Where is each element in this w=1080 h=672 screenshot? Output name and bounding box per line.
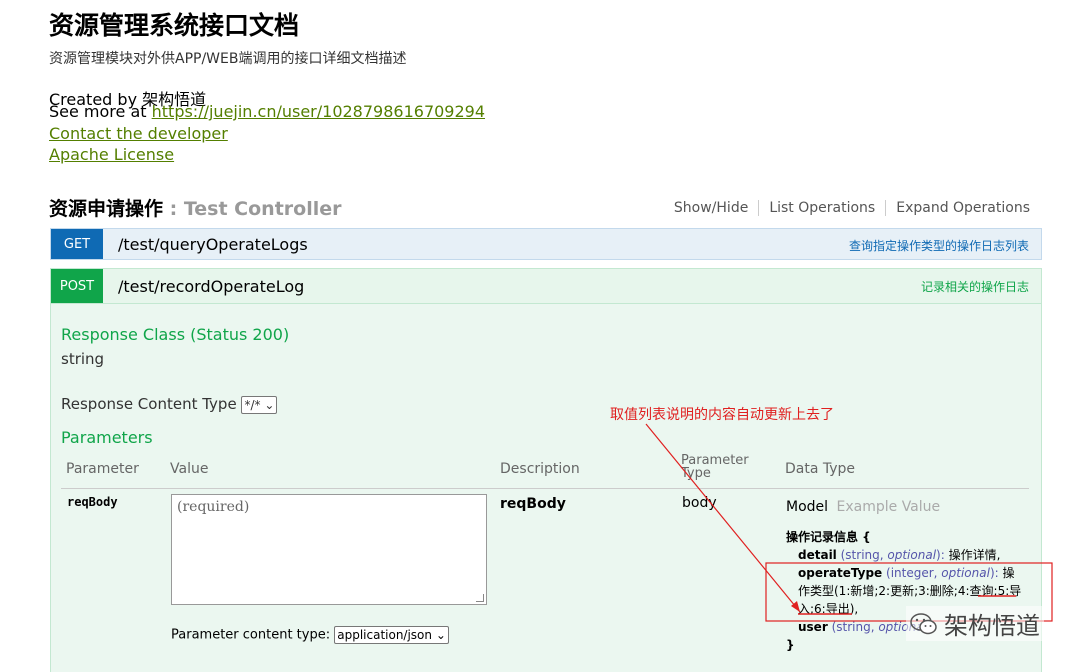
resize-handle-icon[interactable] xyxy=(476,594,484,602)
operation-summary[interactable]: 记录相关的操作日志 xyxy=(921,278,1029,295)
chevron-down-icon: ⌄ xyxy=(264,397,275,412)
tab-model[interactable]: Model xyxy=(786,499,828,515)
param-value-textarea[interactable]: (required) xyxy=(171,494,487,605)
resource-actions: Show/Hide List Operations Expand Operati… xyxy=(664,200,1030,216)
see-more-link[interactable]: https://juejin.cn/user/1028798616709294 xyxy=(152,102,485,121)
operation-path[interactable]: /test/recordOperateLog xyxy=(118,277,304,296)
see-more-label: See more at xyxy=(49,102,152,121)
th-description: Description xyxy=(500,461,580,477)
field-type-open: ( xyxy=(882,566,891,580)
resource-controller: Test Controller xyxy=(183,198,342,220)
th-parameter-type-line2: Type xyxy=(681,466,711,481)
field-name: user xyxy=(798,620,828,634)
field-type-close: ): xyxy=(989,566,1003,580)
response-class-heading: Response Class (Status 200) xyxy=(61,325,290,344)
resource-separator: : xyxy=(163,198,184,220)
response-class-type: string xyxy=(61,350,105,368)
api-title: 资源管理系统接口文档 xyxy=(49,11,300,40)
field-name: operateType xyxy=(798,566,883,580)
response-content-type-select[interactable]: */* ⌄ xyxy=(241,395,278,414)
select-value: */* xyxy=(244,397,261,412)
field-optional: optional xyxy=(941,566,990,580)
operation-get-query-logs[interactable]: GET /test/queryOperateLogs 查询指定操作类型的操作日志… xyxy=(50,228,1042,260)
expand-operations-link[interactable]: Expand Operations xyxy=(886,200,1030,216)
field-type: integer xyxy=(890,566,934,580)
response-content-type-label: Response Content Type xyxy=(61,395,237,413)
method-badge-post: POST xyxy=(51,269,103,303)
param-content-type-select[interactable]: application/json ⌄ xyxy=(334,626,449,644)
th-data-type: Data Type xyxy=(785,461,856,477)
field-type: string xyxy=(836,620,871,634)
th-parameter: Parameter xyxy=(66,461,139,477)
see-more-line: See more at https://juejin.cn/user/10287… xyxy=(49,102,485,121)
api-description: 资源管理模块对外供APP/WEB端调用的接口详细文档描述 xyxy=(49,51,407,67)
resource-title[interactable]: 资源申请操作 : Test Controller xyxy=(49,194,341,221)
operation-post-record-log[interactable]: POST /test/recordOperateLog 记录相关的操作日志 xyxy=(50,268,1042,304)
model-tabs: Model Example Value xyxy=(786,499,940,515)
operation-path[interactable]: /test/queryOperateLogs xyxy=(118,235,308,254)
method-badge-get: GET xyxy=(51,229,103,259)
watermark: 架构悟道 xyxy=(906,606,1044,641)
watermark-text: 架构悟道 xyxy=(944,612,1040,640)
show-hide-link[interactable]: Show/Hide xyxy=(664,200,760,216)
param-name: reqBody xyxy=(67,495,118,509)
resource-name: 资源申请操作 xyxy=(49,198,164,220)
field-optional: optional xyxy=(887,548,937,562)
table-divider xyxy=(61,488,1029,489)
tab-example-value[interactable]: Example Value xyxy=(837,499,941,515)
field-name: detail xyxy=(798,548,837,562)
param-content-type-row: Parameter content type: application/json… xyxy=(171,626,449,644)
select-value: application/json xyxy=(337,628,433,642)
model-header: 操作记录信息 { xyxy=(786,530,871,544)
th-parameter-type: Parameter Type xyxy=(681,454,749,480)
model-field-detail: detail (string, optional): 操作详情, xyxy=(786,546,1026,564)
response-content-type-row: Response Content Type */* ⌄ xyxy=(61,395,278,414)
field-desc: 操作详情, xyxy=(948,548,1001,562)
model-footer: } xyxy=(786,638,795,652)
annotation-text: 取值列表说明的内容自动更新上去了 xyxy=(610,407,834,423)
field-type-open: ( xyxy=(827,620,837,634)
chevron-down-icon: ⌄ xyxy=(435,628,446,642)
parameters-heading: Parameters xyxy=(61,428,153,447)
param-content-type-label: Parameter content type: xyxy=(171,627,331,643)
th-value: Value xyxy=(170,461,209,477)
field-type: string xyxy=(845,548,880,562)
contact-developer-link[interactable]: Contact the developer xyxy=(49,124,228,143)
param-description: reqBody xyxy=(500,496,566,512)
operation-summary[interactable]: 查询指定操作类型的操作日志列表 xyxy=(849,237,1029,254)
textarea-placeholder: (required) xyxy=(177,499,250,515)
param-type: body xyxy=(682,495,717,511)
list-operations-link[interactable]: List Operations xyxy=(759,200,887,216)
wechat-icon xyxy=(910,612,937,634)
license-link[interactable]: Apache License xyxy=(49,145,174,164)
field-type-close: ): xyxy=(936,548,949,562)
